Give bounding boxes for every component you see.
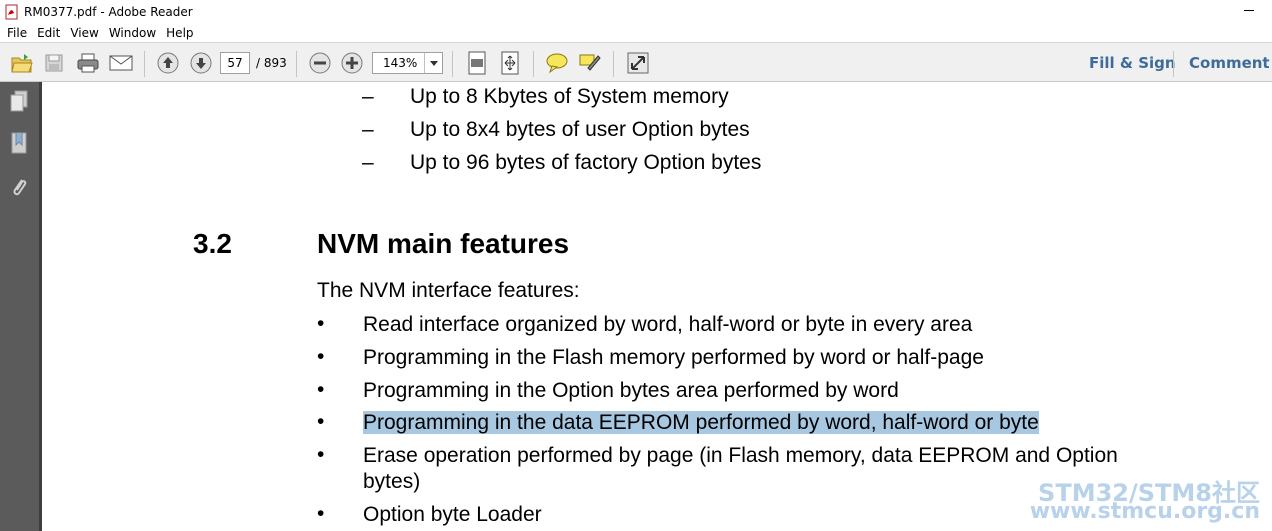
title-bar: RM0377.pdf - Adobe Reader: [0, 0, 1272, 23]
comment-button[interactable]: Comment: [1189, 54, 1270, 72]
toolbar-separator: [452, 51, 453, 77]
list-item-text-highlighted: Programming in the data EEPROM performed…: [363, 410, 1039, 436]
minus-icon[interactable]: [306, 49, 334, 77]
bullet-marker: •: [317, 312, 325, 335]
text-highlight: Programming in the data EEPROM performed…: [363, 411, 1039, 434]
document-view[interactable]: – Up to 8 Kbytes of System memory – Up t…: [45, 82, 1272, 531]
menu-bar: File Edit View Window Help: [0, 23, 1272, 42]
fit-page-icon[interactable]: [463, 49, 491, 77]
menu-window[interactable]: Window: [104, 26, 161, 40]
attachment-icon[interactable]: [6, 174, 32, 200]
toolbar-separator: [613, 51, 614, 77]
menu-view[interactable]: View: [65, 26, 103, 40]
page-total: / 893: [256, 56, 287, 70]
bullet-marker: •: [317, 345, 325, 368]
toolbar-separator: [533, 51, 534, 77]
menu-help[interactable]: Help: [161, 26, 198, 40]
navigation-pane: [0, 82, 42, 531]
pages-thumbnail-icon[interactable]: [6, 88, 32, 114]
page-number-input[interactable]: 57: [220, 52, 250, 74]
speech-bubble-icon[interactable]: [543, 49, 571, 77]
intro-text: The NVM interface features:: [317, 279, 580, 302]
dash-marker: –: [362, 118, 374, 141]
dash-marker: –: [362, 85, 374, 108]
zoom-value: 143%: [383, 56, 418, 70]
fit-width-icon[interactable]: [496, 49, 524, 77]
window-title: RM0377.pdf - Adobe Reader: [24, 4, 193, 19]
watermark-url: www.stmcu.org.cn: [1029, 499, 1260, 524]
expand-icon[interactable]: [624, 49, 652, 77]
list-item-text: Read interface organized by word, half-w…: [363, 313, 973, 336]
arrow-down-icon[interactable]: [187, 49, 215, 77]
section-title: NVM main features: [317, 228, 570, 259]
folder-open-icon[interactable]: [8, 49, 36, 77]
bullet-marker: •: [317, 443, 325, 466]
bullet-marker: •: [317, 502, 325, 525]
minimize-icon[interactable]: [1244, 10, 1254, 11]
list-item-text: Up to 8x4 bytes of user Option bytes: [410, 118, 750, 141]
section-number: 3.2: [193, 228, 232, 259]
zoom-select[interactable]: 143%: [372, 52, 443, 74]
menu-edit[interactable]: Edit: [32, 26, 65, 40]
highlighter-icon[interactable]: [576, 49, 604, 77]
bullet-marker: •: [317, 378, 325, 401]
toolbar-separator: [296, 51, 297, 77]
toolbar: 57 / 893 143% Fill & Sign Comment: [0, 42, 1272, 82]
list-item-text: Up to 96 bytes of factory Option bytes: [410, 151, 762, 174]
chevron-down-icon[interactable]: [424, 53, 442, 73]
toolbar-separator: [1173, 51, 1174, 77]
bookmark-icon[interactable]: [6, 131, 32, 157]
dash-marker: –: [362, 151, 374, 174]
list-item-text: Programming in the Flash memory performe…: [363, 346, 984, 369]
menu-file[interactable]: File: [2, 26, 32, 40]
pdf-file-icon: [4, 4, 20, 20]
bullet-marker: •: [317, 410, 325, 433]
save-icon[interactable]: [40, 49, 68, 77]
email-icon[interactable]: [107, 49, 135, 77]
plus-icon[interactable]: [338, 49, 366, 77]
list-item-text: Up to 8 Kbytes of System memory: [410, 85, 729, 108]
fill-sign-button[interactable]: Fill & Sign: [1089, 54, 1176, 72]
arrow-up-icon[interactable]: [154, 49, 182, 77]
print-icon[interactable]: [74, 49, 102, 77]
toolbar-separator: [144, 51, 145, 77]
list-item-text: Programming in the Option bytes area per…: [363, 379, 899, 402]
